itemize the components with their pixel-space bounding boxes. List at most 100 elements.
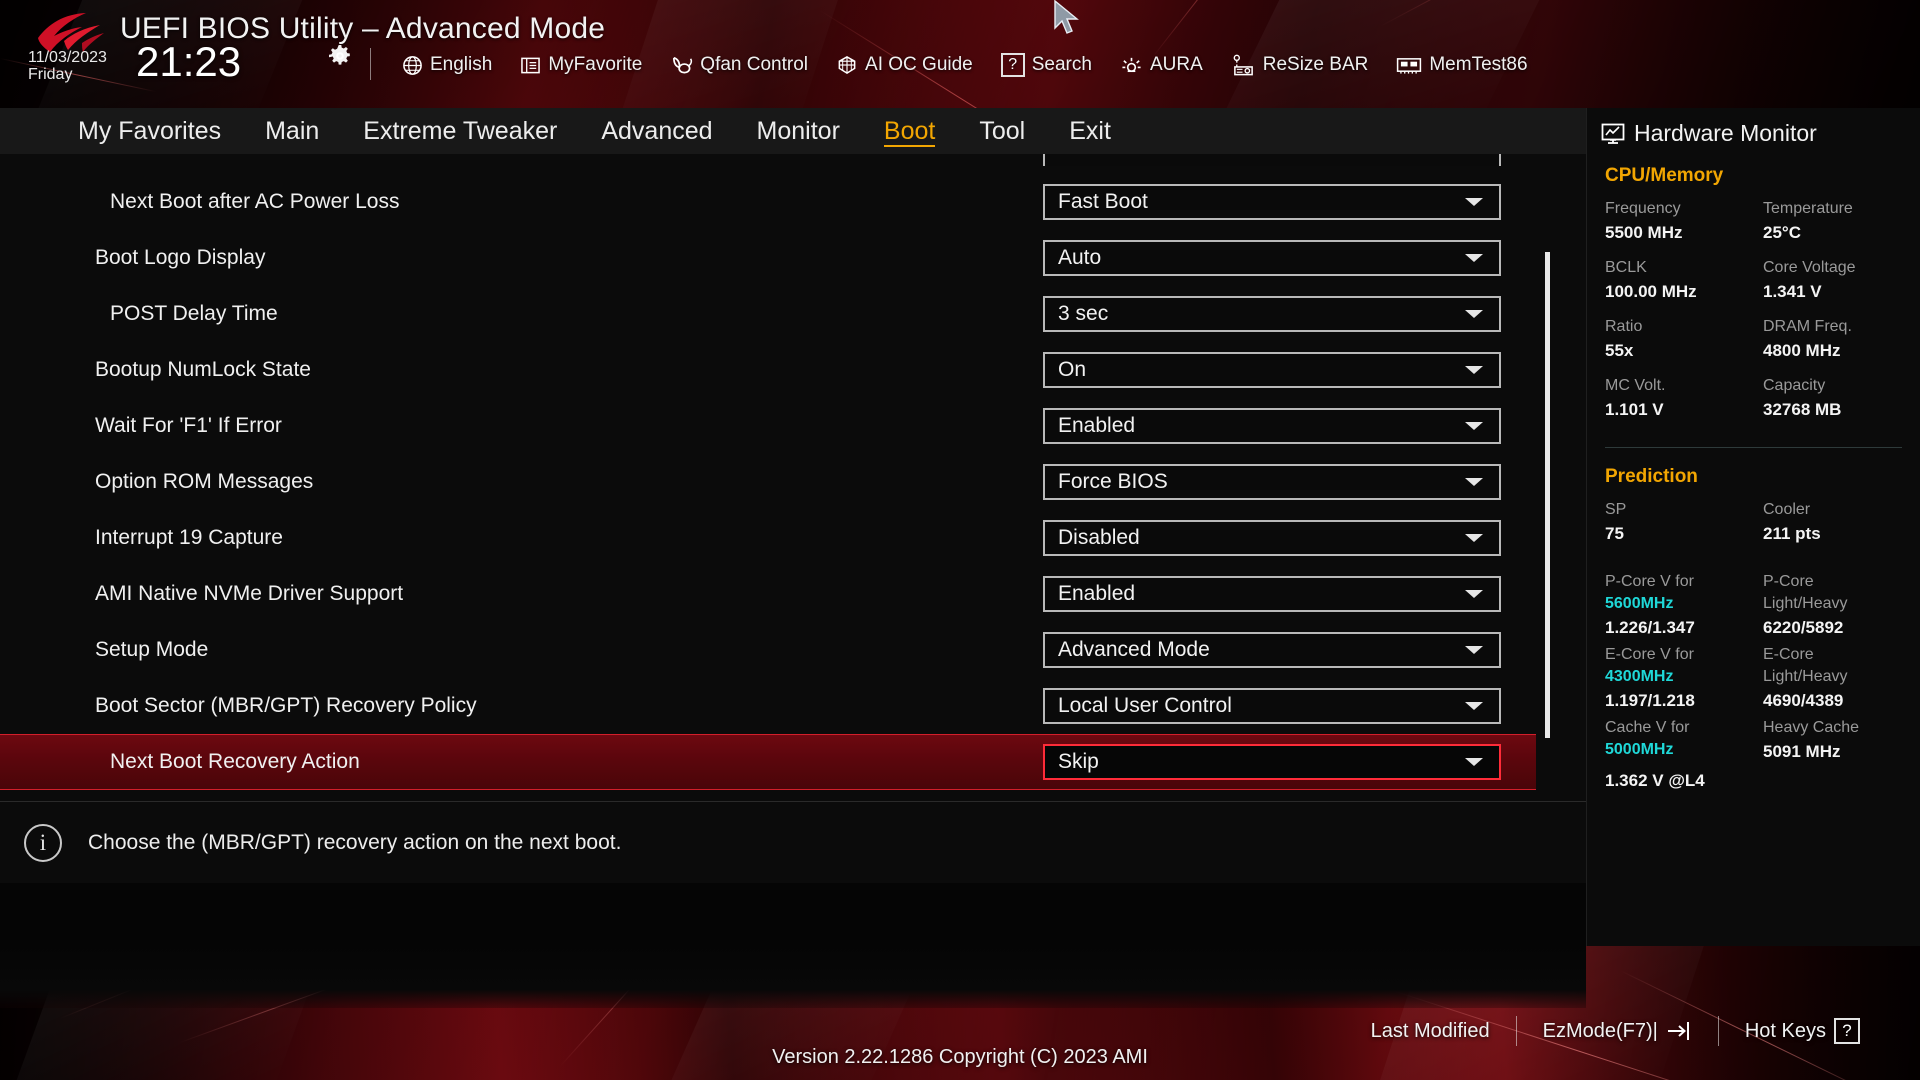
gear-icon[interactable] — [328, 44, 352, 68]
chevron-down-icon — [1465, 366, 1483, 374]
tab-my-favorites[interactable]: My Favorites — [56, 108, 243, 154]
metric-key: Capacity — [1763, 377, 1826, 394]
toolbar-item-resize-bar[interactable]: ReSize BAR — [1217, 48, 1383, 82]
metric-key: Light/Heavy — [1763, 668, 1848, 685]
dropdown-clipped[interactable] — [1043, 154, 1501, 166]
metric-key: Frequency — [1605, 200, 1681, 217]
toolbar-label: MemTest86 — [1429, 54, 1528, 75]
dropdown-setup-mode[interactable]: Advanced Mode — [1043, 632, 1501, 668]
date-value: 11/03/2023 — [28, 49, 107, 66]
mouse-cursor-icon — [1054, 0, 1079, 34]
setting-label-boot-logo-display: Boot Logo Display — [95, 246, 266, 269]
dropdown-next-boot-recovery-action[interactable]: Skip — [1043, 744, 1501, 780]
table-row[interactable]: Wait For 'F1' If Error Enabled — [0, 398, 1536, 454]
dropdown-next-boot-after-ac-power-loss[interactable]: Fast Boot — [1043, 184, 1501, 220]
metric-key: Core Voltage — [1763, 259, 1856, 276]
setting-label-wait-for-f1-if-error: Wait For 'F1' If Error — [95, 414, 282, 437]
dropdown-value: Skip — [1058, 750, 1099, 773]
metric-key-frequency: 5000MHz — [1605, 741, 1674, 758]
hot-keys-label: Hot Keys — [1744, 1019, 1826, 1042]
settings-scrollbar[interactable] — [1545, 154, 1550, 801]
tab-advanced[interactable]: Advanced — [579, 108, 734, 154]
dropdown-value: Auto — [1058, 246, 1102, 269]
metric-value: 1.362 V @L4 — [1605, 771, 1705, 790]
metric-key: DRAM Freq. — [1763, 318, 1852, 335]
table-row[interactable]: Interrupt 19 Capture Disabled — [0, 510, 1536, 566]
metric-key: Heavy Cache — [1763, 719, 1860, 736]
hardware-monitor-label: Hardware Monitor — [1634, 120, 1817, 146]
bios-screen: UEFI BIOS Utility – Advanced Mode 11/03/… — [0, 0, 1920, 1080]
metric-value: 25°C — [1763, 223, 1801, 242]
table-row[interactable]: AMI Native NVMe Driver Support Enabled — [0, 566, 1536, 622]
dropdown-value: Fast Boot — [1058, 190, 1148, 213]
setting-label-interrupt-19-capture: Interrupt 19 Capture — [95, 526, 283, 549]
ezmode-button[interactable]: EzMode(F7)| — [1517, 1020, 1718, 1043]
last-modified-button[interactable]: Last Modified — [1345, 1020, 1516, 1043]
tab-boot[interactable]: Boot — [862, 108, 957, 154]
tab-tool[interactable]: Tool — [957, 108, 1047, 154]
table-row[interactable]: Bootup NumLock State On — [0, 342, 1536, 398]
dropdown-value: On — [1058, 358, 1087, 381]
metric-value: 1.226/1.347 — [1605, 618, 1695, 637]
chevron-down-icon — [1465, 702, 1483, 710]
toolbar-item-ai-oc-guide[interactable]: AI OC Guide — [822, 48, 987, 82]
dropdown-value: Enabled — [1058, 414, 1136, 437]
info-icon: i — [24, 823, 62, 862]
setting-label-bootup-numlock-state: Bootup NumLock State — [95, 358, 311, 381]
table-row[interactable]: Next Boot after AC Power Loss Fast Boot — [0, 174, 1536, 230]
chevron-down-icon — [1465, 310, 1483, 318]
dropdown-bootup-numlock-state[interactable]: On — [1043, 352, 1501, 388]
table-row[interactable]: Boot Sector (MBR/GPT) Recovery Policy Lo… — [0, 678, 1536, 734]
metric-key: BCLK — [1605, 259, 1647, 276]
dropdown-option-rom-messages[interactable]: Force BIOS — [1043, 464, 1501, 500]
table-row[interactable]: POST Delay Time 3 sec — [0, 286, 1536, 342]
chevron-down-icon — [1465, 254, 1483, 262]
cpu-memory-grid: Frequency Temperature 5500 MHz 25°C BCLK… — [1587, 187, 1920, 433]
section-title-cpu-memory: CPU/Memory — [1605, 165, 1724, 186]
aura-lamp-icon — [1122, 57, 1141, 72]
dropdown-interrupt-19-capture[interactable]: Disabled — [1043, 520, 1501, 556]
toolbar-label: Search — [1031, 54, 1092, 75]
table-row-selected[interactable]: Next Boot Recovery Action Skip — [0, 734, 1536, 790]
toolbar-item-memtest86[interactable]: MemTest86 — [1382, 48, 1541, 82]
dropdown-wait-for-f1-if-error[interactable]: Enabled — [1043, 408, 1501, 444]
hardware-monitor-panel: Hardware Monitor CPU/Memory Frequency Te… — [1586, 108, 1920, 946]
setting-label-next-boot-recovery-action: Next Boot Recovery Action — [110, 750, 360, 773]
toolbar-item-aura[interactable]: AURA — [1106, 48, 1217, 82]
metric-key: MC Volt. — [1605, 377, 1666, 394]
metric-value: 4690/4389 — [1763, 691, 1844, 710]
metric-value: 4800 MHz — [1763, 341, 1841, 360]
metric-value: 5091 MHz — [1763, 742, 1841, 761]
metric-key: Temperature — [1763, 200, 1853, 217]
toolbar-label: MyFavorite — [548, 54, 643, 75]
tab-monitor[interactable]: Monitor — [735, 108, 862, 154]
ezmode-label: EzMode(F7)| — [1542, 1019, 1658, 1042]
table-row[interactable]: Boot Logo Display Auto — [0, 230, 1536, 286]
tab-extreme-tweaker[interactable]: Extreme Tweaker — [341, 108, 579, 154]
hot-keys-button[interactable]: Hot Keys ? — [1719, 1018, 1886, 1044]
dropdown-ami-native-nvme-driver-support[interactable]: Enabled — [1043, 576, 1501, 612]
scrollbar-thumb[interactable] — [1545, 252, 1550, 738]
dropdown-boot-sector-recovery-policy[interactable]: Local User Control — [1043, 688, 1501, 724]
table-row[interactable]: Setup Mode Advanced Mode — [0, 622, 1536, 678]
metric-value: 1.101 V — [1605, 400, 1664, 419]
toolbar-item-myfavorite[interactable]: MyFavorite — [506, 48, 656, 82]
toolbar-label: English — [430, 54, 493, 75]
tab-main[interactable]: Main — [243, 108, 341, 154]
tab-exit[interactable]: Exit — [1047, 108, 1133, 154]
last-modified-label: Last Modified — [1370, 1019, 1490, 1042]
help-bar: i Choose the (MBR/GPT) recovery action o… — [0, 801, 1586, 883]
toolbar-item-english[interactable]: English — [388, 48, 506, 82]
table-row[interactable]: Option ROM Messages Force BIOS — [0, 454, 1536, 510]
setting-label-boot-sector-recovery-policy: Boot Sector (MBR/GPT) Recovery Policy — [95, 694, 477, 717]
dropdown-boot-logo-display[interactable]: Auto — [1043, 240, 1501, 276]
ai-oc-icon — [838, 55, 856, 74]
chevron-down-icon — [1465, 422, 1483, 430]
toolbar-item-search[interactable]: ? Search — [987, 48, 1106, 82]
toolbar-item-qfan-control[interactable]: Qfan Control — [656, 48, 822, 82]
metric-value: 32768 MB — [1763, 400, 1842, 419]
dropdown-post-delay-time[interactable]: 3 sec — [1043, 296, 1501, 332]
dropdown-value: 3 sec — [1058, 302, 1109, 325]
setting-label-next-boot-after-ac-power-loss: Next Boot after AC Power Loss — [110, 190, 400, 213]
version-text: Version 2.22.1286 Copyright (C) 2023 AMI — [772, 1046, 1148, 1068]
